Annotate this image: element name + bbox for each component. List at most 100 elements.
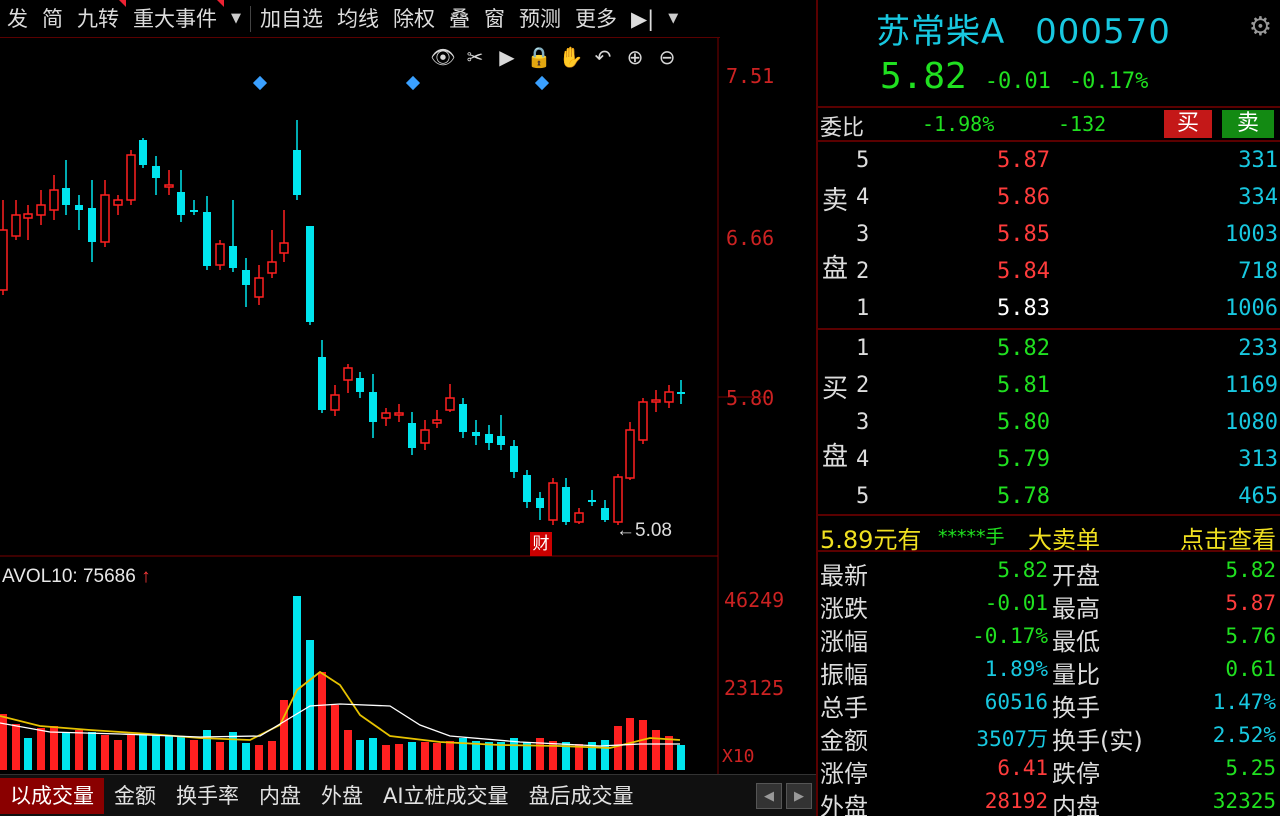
volume-bar: [433, 743, 441, 770]
bid-row[interactable]: 4 5.79 313: [818, 443, 1280, 479]
big-order-view-link[interactable]: 点击查看: [1180, 520, 1276, 555]
volume-bar: [446, 741, 454, 770]
candle-body: [408, 423, 416, 448]
event-marker: [252, 75, 268, 91]
eye-icon[interactable]: 👁: [430, 44, 456, 70]
candle-body: [23, 213, 33, 219]
stat-label: 振幅: [820, 661, 868, 689]
volume-bar: [652, 730, 660, 770]
bid-level: 4: [856, 447, 870, 472]
ask-price: 5.87: [997, 148, 1050, 173]
candle-body: [229, 246, 237, 268]
stat-label: 量比: [1052, 661, 1100, 689]
candle-body: [49, 189, 59, 211]
ask-price: 5.83: [997, 296, 1050, 321]
scroll-right-icon[interactable]: ▶: [786, 782, 812, 809]
volume-bar: [497, 742, 505, 770]
bid-level: 1: [856, 336, 870, 361]
bid-price: 5.82: [997, 336, 1050, 361]
stat-row: 涨跌 -0.01 最高 5.87: [818, 589, 1280, 623]
candle-body: [139, 140, 147, 165]
volume-bar: [344, 730, 352, 770]
volume-bar: [306, 640, 314, 770]
bid-row[interactable]: 3 5.80 1080: [818, 406, 1280, 442]
lock-icon[interactable]: 🔒: [526, 44, 552, 70]
tab-after-hours-volume[interactable]: 盘后成交量: [519, 778, 644, 814]
stat-value: 5.76: [1225, 624, 1276, 648]
price-change-pct: -0.17%: [1068, 69, 1149, 94]
stat-value: 60516: [984, 690, 1048, 714]
event-marker: [534, 75, 550, 91]
candle-body: [356, 378, 364, 392]
stat-label: 总手: [820, 694, 868, 722]
volume-bar: [190, 740, 198, 770]
ask-level: 4: [856, 185, 870, 210]
volume-bar: [203, 730, 211, 770]
candle-body: [279, 242, 289, 254]
candle-body: [485, 434, 493, 443]
big-order-bar[interactable]: 5.89元有 *****手 大卖单 点击查看: [818, 518, 1280, 555]
bid-row[interactable]: 1 5.82 233: [818, 332, 1280, 368]
financial-report-badge[interactable]: 财: [530, 532, 552, 556]
zoom-in-icon[interactable]: ⊕: [622, 44, 648, 70]
tab-outer[interactable]: 外盘: [311, 778, 373, 814]
volume-bar: [421, 742, 429, 770]
bid-row[interactable]: 2 5.81 1169: [818, 369, 1280, 405]
price-tick-label: 7.51: [726, 64, 775, 88]
bid-row[interactable]: 5 5.78 465: [818, 480, 1280, 516]
undo-icon[interactable]: ↶: [590, 44, 616, 70]
ask-row[interactable]: 2 5.84 718: [818, 255, 1280, 291]
volume-bar: [0, 714, 7, 770]
zoom-out-icon[interactable]: ⊖: [654, 44, 680, 70]
volume-bar: [369, 738, 377, 770]
buy-button[interactable]: 买: [1164, 110, 1212, 138]
tab-inner[interactable]: 内盘: [249, 778, 311, 814]
bid-qty: 1169: [1225, 373, 1278, 398]
bid-qty: 313: [1238, 447, 1278, 472]
volume-bar: [177, 736, 185, 770]
candle-body: [523, 475, 531, 502]
stock-code: 000570: [1035, 12, 1171, 52]
stat-row: 总手 60516 换手 1.47%: [818, 688, 1280, 722]
stat-label: 金额: [820, 727, 868, 755]
candle-body: [318, 357, 326, 410]
ask-row[interactable]: 1 5.83 1006: [818, 292, 1280, 328]
scissors-icon[interactable]: ✂: [462, 44, 488, 70]
stat-value: 5.25: [1225, 756, 1276, 780]
volume-bar: [639, 720, 647, 770]
candle-body: [126, 154, 136, 201]
gear-icon[interactable]: ⚙: [1249, 12, 1272, 42]
ask-row[interactable]: 4 5.86 334: [818, 181, 1280, 217]
candle-body: [177, 192, 185, 215]
volume-bar: [575, 744, 583, 770]
stat-row: 最新 5.82 开盘 5.82: [818, 556, 1280, 590]
scroll-left-icon[interactable]: ◀: [756, 782, 782, 809]
ask-row[interactable]: 5 5.87 331: [818, 144, 1280, 180]
volume-bar: [601, 740, 609, 770]
candle-body: [536, 498, 544, 508]
stat-label: 涨幅: [820, 628, 868, 656]
tab-ai-volume[interactable]: AI立桩成交量: [373, 778, 519, 814]
candle-body: [664, 391, 674, 403]
candle-body: [677, 392, 685, 394]
candle-body: [88, 208, 96, 242]
bid-price: 5.80: [997, 410, 1050, 435]
volume-bar: [12, 724, 20, 770]
stat-value: 3507万: [976, 727, 1048, 751]
tab-volume[interactable]: 以成交量: [0, 777, 104, 814]
volume-bar: [293, 596, 301, 770]
tab-amount[interactable]: 金额: [104, 778, 166, 814]
sell-button[interactable]: 卖: [1222, 110, 1274, 138]
kline-chart[interactable]: [0, 0, 816, 774]
candle-body: [625, 429, 635, 479]
volume-bar: [139, 734, 147, 770]
event-marker: [405, 75, 421, 91]
tab-turnover[interactable]: 换手率: [166, 778, 249, 814]
play-icon[interactable]: ▶: [494, 44, 520, 70]
stat-label: 外盘: [820, 793, 868, 816]
candle-body: [394, 412, 404, 416]
candle-body: [459, 404, 467, 432]
candle-body: [293, 150, 301, 195]
ask-row[interactable]: 3 5.85 1003: [818, 218, 1280, 254]
hand-icon[interactable]: ✋: [558, 44, 584, 70]
